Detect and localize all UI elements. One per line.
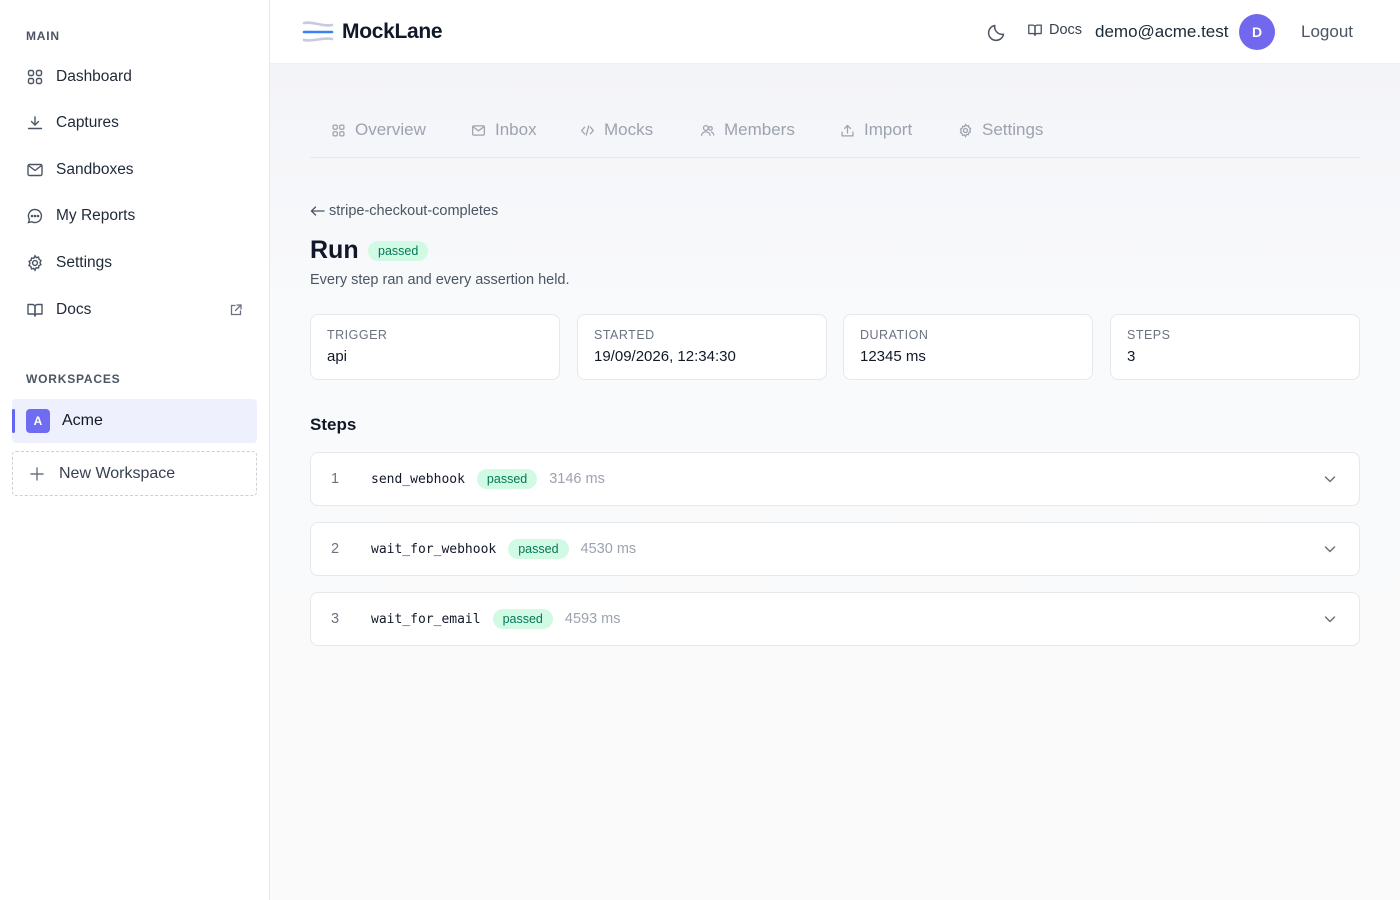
step-row[interactable]: 2 wait_for_webhook passed 4530 ms (310, 522, 1360, 576)
sidebar-item-captures[interactable]: Captures (12, 103, 257, 143)
stat-label: TRIGGER (327, 328, 388, 342)
chat-icon (27, 208, 43, 224)
status-badge: passed (508, 539, 569, 559)
back-link-label: stripe-checkout-completes (329, 203, 499, 219)
sidebar-item-label: My Reports (56, 207, 136, 224)
brand-name: MockLane (342, 20, 443, 43)
new-workspace-button[interactable]: New Workspace (12, 451, 257, 496)
sidebar-item-my-reports[interactable]: My Reports (12, 196, 257, 236)
status-badge: passed (368, 241, 429, 261)
users-icon (700, 124, 715, 136)
step-name: send_webhook (371, 471, 465, 487)
gear-icon (28, 254, 42, 272)
header-docs-link[interactable]: Docs (1027, 22, 1082, 38)
user-avatar[interactable]: D (1239, 14, 1275, 50)
stat-value: 12345 ms (860, 348, 926, 365)
step-row[interactable]: 1 send_webhook passed 3146 ms (310, 452, 1360, 506)
step-number: 2 (331, 541, 340, 557)
tab-label: Mocks (604, 120, 654, 139)
upload-icon (841, 124, 854, 137)
logout-button[interactable]: Logout (1301, 22, 1353, 42)
download-icon (27, 116, 43, 130)
tab-members[interactable]: Members (700, 120, 795, 140)
tab-label: Members (724, 120, 795, 139)
stat-value: api (327, 348, 348, 365)
workspace-avatar: A (26, 409, 50, 433)
chevron-down-icon[interactable] (1323, 612, 1337, 626)
tab-inbox[interactable]: Inbox (471, 120, 537, 140)
tab-overview[interactable]: Overview (331, 120, 426, 140)
stat-card-trigger: TRIGGER api (310, 314, 560, 380)
logo-icon (302, 21, 334, 42)
tab-mocks[interactable]: Mocks (580, 120, 653, 140)
chevron-down-icon[interactable] (1323, 542, 1337, 556)
tab-label: Inbox (495, 120, 537, 139)
step-duration: 4530 ms (580, 541, 637, 557)
code-icon (581, 124, 594, 136)
plus-icon (30, 466, 44, 481)
run-description: Every step ran and every assertion held. (310, 272, 570, 288)
page-title: Run (310, 236, 359, 264)
back-link[interactable]: stripe-checkout-completes (310, 203, 498, 219)
status-badge: passed (476, 469, 538, 489)
new-workspace-label: New Workspace (59, 464, 176, 482)
sidebar: MAIN Dashboard Captures Sandboxes My Rep… (0, 0, 270, 900)
stat-card-started: STARTED 19/09/2026, 12:34:30 (577, 314, 827, 380)
gear-icon (959, 122, 972, 138)
tab-import[interactable]: Import (840, 120, 912, 140)
tab-label: Import (864, 120, 913, 139)
sidebar-item-label: Docs (56, 301, 92, 318)
section-label-main: MAIN (26, 29, 60, 43)
arrow-left-icon (310, 206, 325, 216)
sidebar-item-sandboxes[interactable]: Sandboxes (12, 150, 257, 190)
brand[interactable]: MockLane (302, 18, 443, 46)
book-icon (1028, 24, 1042, 36)
section-label-workspaces: WORKSPACES (26, 372, 121, 386)
mail-icon (472, 124, 485, 136)
stat-label: STEPS (1127, 328, 1171, 342)
sidebar-item-docs[interactable]: Docs (12, 290, 257, 330)
tab-label: Settings (982, 120, 1044, 139)
stat-value: 3 (1127, 348, 1136, 365)
step-number: 1 (331, 471, 340, 487)
stat-card-steps: STEPS 3 (1110, 314, 1360, 380)
user-email: demo@acme.test (1095, 22, 1229, 41)
step-duration: 3146 ms (549, 471, 605, 487)
external-link-icon (230, 304, 242, 316)
workspace-item-acme[interactable]: A Acme (12, 399, 257, 443)
step-name: wait_for_email (371, 611, 481, 627)
step-row[interactable]: 3 wait_for_email passed 4593 ms (310, 592, 1360, 646)
grid-icon (27, 69, 43, 85)
step-duration: 4593 ms (564, 611, 621, 627)
sidebar-item-label: Settings (56, 254, 113, 271)
sidebar-item-label: Captures (56, 114, 119, 131)
tab-settings[interactable]: Settings (958, 120, 1043, 140)
top-header: MockLane Docs demo@acme.test D Logout (270, 0, 1400, 64)
stat-label: DURATION (860, 328, 929, 342)
main-content: Overview Inbox Mocks Members Import Sett… (270, 64, 1400, 900)
sidebar-item-dashboard[interactable]: Dashboard (12, 57, 257, 97)
steps-heading: Steps (310, 415, 357, 434)
chevron-down-icon[interactable] (1323, 472, 1337, 486)
stat-label: STARTED (594, 328, 655, 342)
stat-card-duration: DURATION 12345 ms (843, 314, 1093, 380)
step-number: 3 (331, 611, 340, 627)
status-badge: passed (492, 609, 553, 629)
sidebar-item-label: Dashboard (56, 68, 132, 85)
tab-label: Overview (355, 120, 426, 139)
stat-value: 19/09/2026, 12:34:30 (594, 348, 736, 365)
header-docs-label: Docs (1049, 22, 1083, 38)
mail-icon (27, 163, 43, 177)
sidebar-item-label: Sandboxes (56, 161, 134, 178)
moon-icon[interactable] (986, 21, 1008, 43)
sidebar-item-settings[interactable]: Settings (12, 243, 257, 283)
grid-icon (332, 123, 345, 137)
workspace-name: Acme (62, 412, 103, 429)
workspace-tabs: Overview Inbox Mocks Members Import Sett… (310, 110, 1360, 158)
book-icon (27, 303, 43, 317)
step-name: wait_for_webhook (371, 541, 497, 557)
